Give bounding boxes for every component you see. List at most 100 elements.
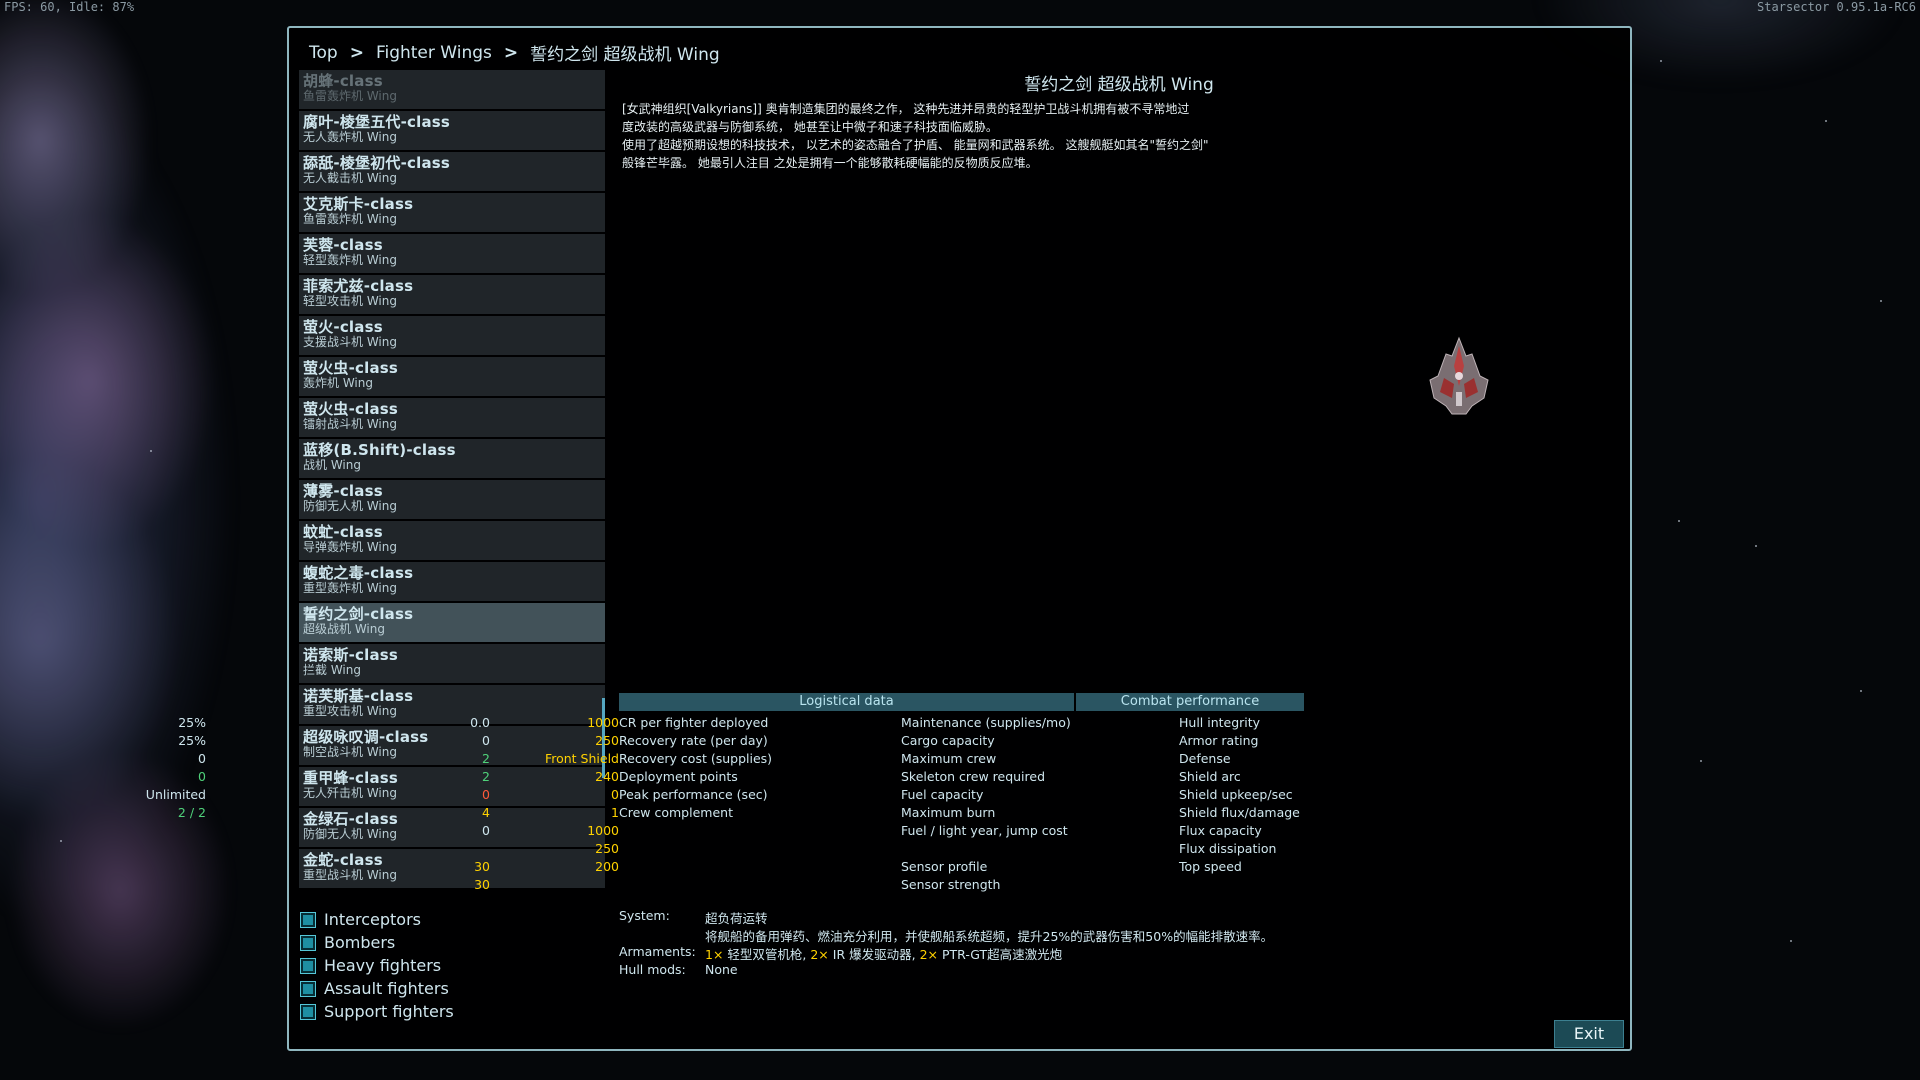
wing-list-item[interactable]: 艾克斯卡-class 鱼雷轰炸机 Wing [299,193,605,232]
stat-value: 30 [474,859,490,874]
stat-value: 200 [595,859,619,874]
checkbox-icon[interactable] [300,934,316,951]
wing-list-item[interactable]: 诺芙斯基-class 重型攻击机 Wing [299,685,605,724]
stat-value: 1 [611,805,619,820]
stat-value: 1000 [587,715,619,730]
stat-value: 25% [178,715,206,730]
star [1755,545,1757,547]
checkbox-icon[interactable] [300,1003,316,1020]
wing-list-item[interactable]: 腐叶-棱堡五代-class 无人轰炸机 Wing [299,111,605,150]
wing-role: 鱼雷轰炸机 Wing [303,89,397,103]
category-list: Interceptors Bombers Heavy fighters Assault… [300,908,454,1023]
wing-class-name: 萤火虫-class [303,400,399,418]
star [150,450,152,452]
wing-role: 轻型轰炸机 Wing [303,253,397,267]
star [60,840,62,842]
exit-button[interactable]: Exit [1554,1020,1624,1048]
checkbox-icon[interactable] [300,911,316,928]
wing-list-item[interactable]: 舔舐-棱堡初代-class 无人截击机 Wing [299,152,605,191]
stat-value: Unlimited [145,787,206,802]
wing-class-name: 菲索尤兹-class [303,277,414,295]
star [1678,520,1680,522]
stat-value: 0 [198,751,206,766]
armament-part: 1× [705,947,724,962]
wing-class-name: 腐叶-棱堡五代-class [303,113,451,131]
star [1860,690,1862,692]
stat-label: Sensor strength [901,877,1001,892]
stat-label: Peak performance (sec) [619,787,768,802]
stat-value: 2 / 2 [177,805,206,820]
wing-list-item[interactable]: 萤火虫-class 轰炸机 Wing [299,357,605,396]
description-line: [女武神组织[Valkyrians]] 奥肯制造集团的最终之作， 这种先进并昂贵… [622,102,1190,116]
wing-list-item[interactable]: 重甲蜂-class 无人歼击机 Wing [299,767,605,806]
checkbox-icon[interactable] [300,980,316,997]
category-label: Heavy fighters [324,956,442,975]
wing-list-item[interactable]: 誓约之剑-class 超级战机 Wing [299,603,605,642]
wing-list-item[interactable]: 金蛇-class 重型战斗机 Wing [299,849,605,888]
category-label: Bombers [324,933,396,952]
stat-value: 250 [595,733,619,748]
category-filter[interactable]: Interceptors [300,908,454,931]
stat-label: Hull integrity [1179,715,1261,730]
wing-role: 拦截 Wing [303,663,361,677]
star [1660,60,1662,62]
wing-list-item[interactable]: 蓝移(B.Shift)-class 战机 Wing [299,439,605,478]
category-filter[interactable]: Bombers [300,931,454,954]
wing-role: 无人歼击机 Wing [303,786,397,800]
wing-class-name: 金蛇-class [303,851,383,869]
category-label: Interceptors [324,910,421,929]
wing-class-name: 萤火虫-class [303,359,399,377]
category-filter[interactable]: Heavy fighters [300,954,454,977]
stat-label: Deployment points [619,769,738,784]
checkbox-icon[interactable] [300,957,316,974]
stat-value: 0 [611,787,619,802]
stat-label: Sensor profile [901,859,988,874]
breadcrumb: Top > Fighter Wings > 誓约之剑 超级战机 Wing [309,40,720,66]
stat-value: 25% [178,733,206,748]
star [1880,300,1882,302]
stat-label: Top speed [1179,859,1242,874]
wing-role: 战机 Wing [303,458,361,472]
wing-list-item[interactable]: 萤火虫-class 镭射战斗机 Wing [299,398,605,437]
wing-list[interactable]: 胡蜂-class 鱼雷轰炸机 Wing 腐叶-棱堡五代-class 无人轰炸机 Win… [299,70,605,900]
wing-role: 轰炸机 Wing [303,376,373,390]
wing-role: 超级战机 Wing [303,622,385,636]
wing-list-item[interactable]: 薄雾-class 防御无人机 Wing [299,480,605,519]
wing-class-name: 蝮蛇之毒-class [303,564,414,582]
stat-value: 30 [474,877,490,892]
category-label: Support fighters [324,1002,454,1021]
breadcrumb-current: 誓约之剑 超级战机 Wing [530,45,720,65]
wing-role: 导弹轰炸机 Wing [303,540,397,554]
category-label: Assault fighters [324,979,449,998]
stat-value: Front Shield [544,751,619,766]
wing-class-name: 超级咏叹调-class [303,728,429,746]
stat-label: Shield upkeep/sec [1179,787,1293,802]
breadcrumb-top[interactable]: Top [309,43,338,63]
wing-list-item[interactable]: 胡蜂-class 鱼雷轰炸机 Wing [299,70,605,109]
ship-sprite-icon [1429,336,1489,415]
hullmods-label: Hull mods: [619,962,686,977]
wing-list-item[interactable]: 芙蓉-class 轻型轰炸机 Wing [299,234,605,273]
codex-panel: Top > Fighter Wings > 誓约之剑 超级战机 Wing 胡蜂-… [146,26,1632,1051]
wing-list-item[interactable]: 萤火-class 支援战斗机 Wing [299,316,605,355]
stat-label: Cargo capacity [901,733,995,748]
wing-list-item[interactable]: 菲索尤兹-class 轻型攻击机 Wing [299,275,605,314]
wing-list-item[interactable]: 金绿石-class 防御无人机 Wing [299,808,605,847]
wing-class-name: 诺芙斯基-class [303,687,414,705]
breadcrumb-fighter-wings[interactable]: Fighter Wings [376,43,492,63]
stat-label: Recovery cost (supplies) [619,751,773,766]
category-filter[interactable]: Assault fighters [300,977,454,1000]
stat-value: 2 [482,751,490,766]
stat-value: 0 [198,769,206,784]
wing-role: 重型轰炸机 Wing [303,581,397,595]
stat-label: Flux capacity [1179,823,1262,838]
stat-value: 0 [482,823,490,838]
armaments-label: Armaments: [619,944,696,959]
wing-list-item[interactable]: 蚊虻-class 导弹轰炸机 Wing [299,521,605,560]
wing-role: 无人轰炸机 Wing [303,130,397,144]
category-filter[interactable]: Support fighters [300,1000,454,1023]
wing-class-name: 薄雾-class [303,482,383,500]
logistical-header: Logistical data [619,693,1074,711]
wing-list-item[interactable]: 蝮蛇之毒-class 重型轰炸机 Wing [299,562,605,601]
wing-list-item[interactable]: 诺索斯-class 拦截 Wing [299,644,605,683]
